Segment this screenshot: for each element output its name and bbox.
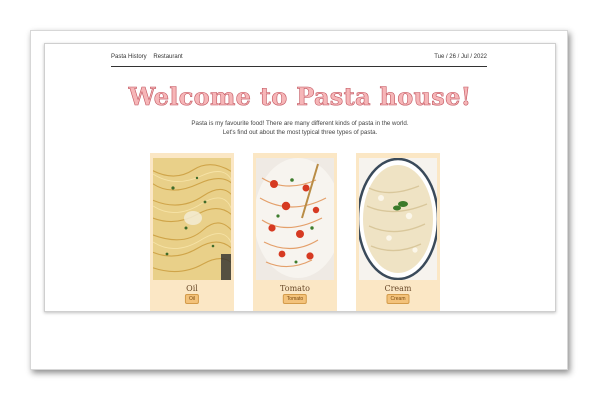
- card-title-oil: Oil: [186, 284, 198, 293]
- nav-links: Pasta History Restaurant: [111, 54, 188, 60]
- date-display: Tue / 26 / Jul / 2022: [434, 54, 487, 60]
- oil-pasta-image: [153, 158, 231, 280]
- cream-button[interactable]: Cream: [386, 294, 410, 304]
- pasta-card-oil: Oil Oil: [150, 153, 234, 311]
- page-container: Pasta History Restaurant Tue / 26 / Jul …: [44, 43, 556, 312]
- nav-link-pasta-history[interactable]: Pasta History: [111, 54, 147, 60]
- oil-button[interactable]: Oil: [184, 294, 200, 304]
- tomato-pasta-image: [256, 158, 334, 280]
- pasta-card-cream: Cream Cream: [356, 153, 440, 311]
- tomato-button[interactable]: Tomato: [282, 294, 308, 304]
- intro-line-2: Let's find out about the most typical th…: [222, 128, 378, 136]
- intro-text: Pasta is my favourite food! There are ma…: [45, 120, 555, 137]
- card-title-cream: Cream: [384, 284, 412, 293]
- card-title-tomato: Tomato: [280, 284, 310, 293]
- top-navigation: Pasta History Restaurant Tue / 26 / Jul …: [111, 52, 487, 67]
- cream-pasta-image: [359, 158, 437, 280]
- pasta-card-tomato: Tomato Tomato: [253, 153, 337, 311]
- intro-line-1: Pasta is my favourite food! There are ma…: [191, 120, 409, 127]
- page-title: Welcome to Pasta house!: [128, 82, 472, 112]
- nav-link-restaurant[interactable]: Restaurant: [153, 54, 182, 60]
